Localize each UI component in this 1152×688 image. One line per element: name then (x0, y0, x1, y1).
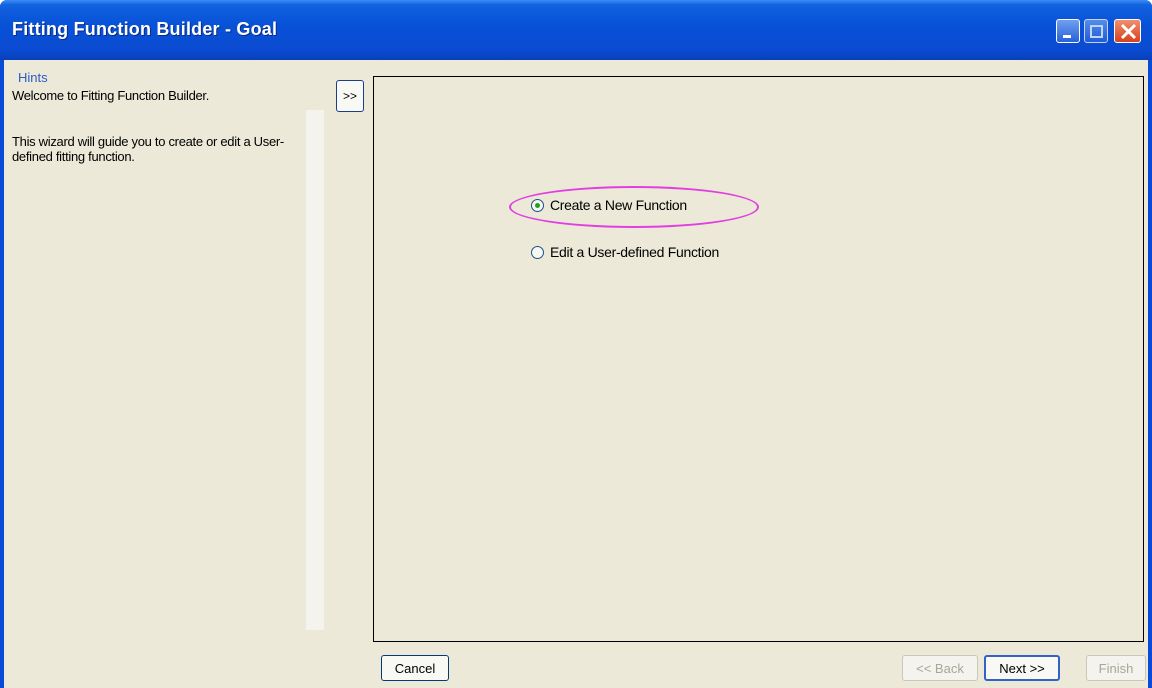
create-function-option[interactable]: Create a New Function (531, 197, 687, 213)
wizard-content-panel: Create a New Function Edit a User-define… (373, 76, 1144, 642)
hints-description-text: This wizard will guide you to create or … (12, 134, 284, 164)
window-title: Fitting Function Builder - Goal (12, 19, 278, 39)
edit-function-option[interactable]: Edit a User-defined Function (531, 244, 719, 260)
dialog-window: Fitting Function Builder - Goal Hints We… (0, 0, 1152, 688)
toggle-hints-button[interactable]: >> (336, 80, 364, 112)
dialog-client-area: Hints Welcome to Fitting Function Builde… (4, 60, 1148, 688)
maximize-icon (1084, 19, 1108, 43)
close-icon[interactable] (1114, 19, 1141, 43)
title-bar[interactable]: Fitting Function Builder - Goal (0, 0, 1152, 60)
radio-unselected-icon[interactable] (531, 245, 544, 259)
finish-button: Finish (1086, 655, 1146, 681)
next-button[interactable]: Next >> (984, 655, 1060, 681)
minimize-icon[interactable] (1056, 19, 1080, 43)
radio-selected-icon[interactable] (531, 198, 544, 212)
edit-function-label: Edit a User-defined Function (550, 244, 720, 260)
back-button: << Back (902, 655, 978, 681)
hints-scrollbar[interactable] (306, 110, 324, 630)
cancel-button[interactable]: Cancel (381, 655, 449, 681)
hints-panel: Hints Welcome to Fitting Function Builde… (8, 64, 310, 636)
create-function-label: Create a New Function (550, 197, 687, 213)
hints-welcome-text: Welcome to Fitting Function Builder. (12, 88, 210, 103)
hints-label: Hints (18, 70, 48, 85)
